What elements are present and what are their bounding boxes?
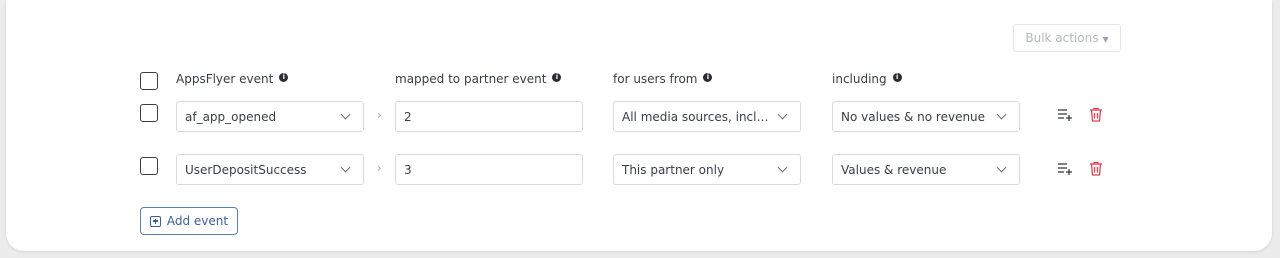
header-mapped-to: mapped to partner event i <box>395 72 562 86</box>
info-icon[interactable]: i <box>279 72 289 82</box>
including-select[interactable]: Values & revenue <box>832 154 1020 185</box>
playlist-add-icon[interactable] <box>1056 160 1074 178</box>
partner-event-value: 2 <box>404 109 412 124</box>
header-appsflyer-event-label: AppsFlyer event <box>176 72 274 86</box>
header-appsflyer-event: AppsFlyer event i <box>176 72 289 86</box>
appsflyer-event-value: UserDepositSuccess <box>185 162 307 177</box>
chevron-down-icon <box>996 109 1007 120</box>
partner-event-input[interactable]: 2 <box>395 101 583 132</box>
row-checkbox[interactable] <box>140 104 158 122</box>
header-mapped-to-label: mapped to partner event <box>395 72 547 86</box>
plus-box-icon <box>149 215 161 227</box>
appsflyer-event-value: af_app_opened <box>185 109 277 124</box>
including-select[interactable]: No values & no revenue <box>832 101 1020 132</box>
info-icon[interactable]: i <box>892 72 902 82</box>
add-event-button[interactable]: Add event <box>140 207 238 235</box>
row-checkbox[interactable] <box>140 157 158 175</box>
appsflyer-event-select[interactable]: af_app_opened <box>176 101 364 132</box>
header-for-users-from-label: for users from <box>613 72 698 86</box>
chevron-down-icon <box>340 162 351 173</box>
appsflyer-event-select[interactable]: UserDepositSuccess <box>176 154 364 185</box>
chevron-right-icon: › <box>377 108 382 122</box>
users-from-select[interactable]: This partner only <box>613 154 801 185</box>
info-icon[interactable]: i <box>552 72 562 82</box>
including-value: Values & revenue <box>841 162 947 177</box>
bulk-actions-label: Bulk actions <box>1025 31 1099 45</box>
header-including: including i <box>832 72 902 86</box>
select-all-checkbox[interactable] <box>140 72 158 90</box>
header-including-label: including <box>832 72 887 86</box>
users-from-value: This partner only <box>622 162 725 177</box>
partner-event-value: 3 <box>404 162 412 177</box>
trash-icon[interactable] <box>1087 106 1105 124</box>
chevron-down-icon <box>777 162 788 173</box>
chevron-down-icon <box>340 109 351 120</box>
users-from-value: All media sources, includi… <box>622 109 769 124</box>
info-icon[interactable]: i <box>703 72 713 82</box>
header-for-users-from: for users from i <box>613 72 713 86</box>
playlist-add-icon[interactable] <box>1056 106 1074 124</box>
partner-event-input[interactable]: 3 <box>395 154 583 185</box>
users-from-select[interactable]: All media sources, includi… <box>613 101 801 132</box>
bulk-actions-button[interactable]: Bulk actions ▼ <box>1013 24 1121 52</box>
including-value: No values & no revenue <box>841 109 986 124</box>
chevron-right-icon: › <box>377 161 382 175</box>
event-mapping-panel: Bulk actions ▼ AppsFlyer event i mapped … <box>6 0 1272 251</box>
chevron-down-icon <box>777 109 788 120</box>
trash-icon[interactable] <box>1087 160 1105 178</box>
chevron-down-icon <box>996 162 1007 173</box>
add-event-label: Add event <box>166 214 229 228</box>
caret-down-icon: ▼ <box>1102 34 1109 44</box>
